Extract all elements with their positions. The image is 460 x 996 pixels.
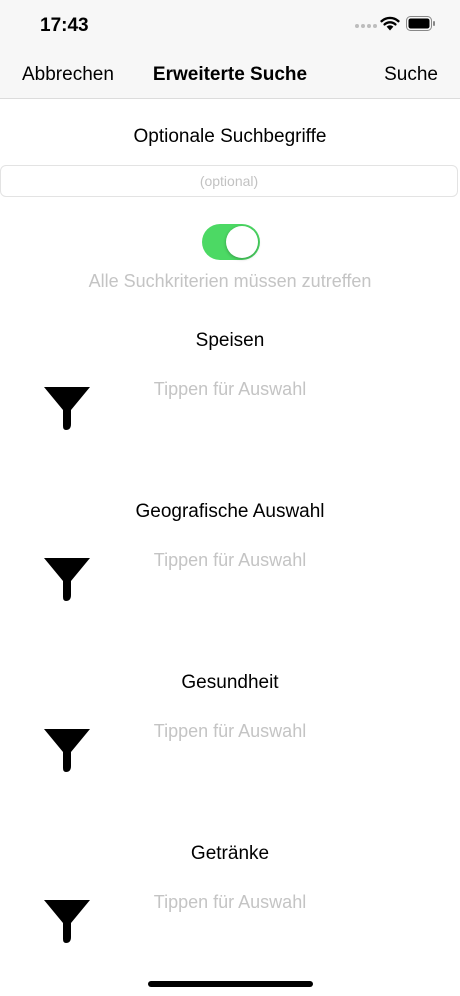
- search-button[interactable]: Suche: [384, 64, 438, 86]
- search-input[interactable]: [0, 165, 458, 197]
- toggle-knob: [226, 226, 258, 258]
- cancel-button[interactable]: Abbrechen: [22, 64, 114, 86]
- speisen-selection-prompt[interactable]: Tippen für Auswahl: [0, 379, 460, 400]
- section-title-speisen: Speisen: [195, 330, 265, 351]
- geografische-auswahl-selection-prompt[interactable]: Tippen für Auswahl: [0, 550, 460, 571]
- battery-icon: [406, 16, 435, 31]
- home-indicator[interactable]: [148, 981, 313, 987]
- nav-bar: Abbrechen Erweiterte Suche Suche: [0, 50, 460, 99]
- gesundheit-selection-prompt[interactable]: Tippen für Auswahl: [0, 721, 460, 742]
- wifi-icon: [380, 16, 400, 31]
- section-title-gesundheit: Gesundheit: [181, 672, 279, 693]
- getraenke-selection-prompt[interactable]: Tippen für Auswahl: [0, 892, 460, 913]
- match-all-label: Alle Suchkriterien müssen zutreffen: [88, 271, 372, 291]
- section-title-geografische-auswahl: Geografische Auswahl: [135, 501, 325, 522]
- match-all-toggle[interactable]: [202, 224, 260, 260]
- signal-dots-icon: [355, 24, 377, 28]
- section-title-getraenke: Getränke: [190, 843, 270, 864]
- search-terms-heading: Optionale Suchbegriffe: [133, 126, 327, 147]
- status-bar: 17:43: [0, 0, 460, 50]
- status-time: 17:43: [40, 15, 89, 36]
